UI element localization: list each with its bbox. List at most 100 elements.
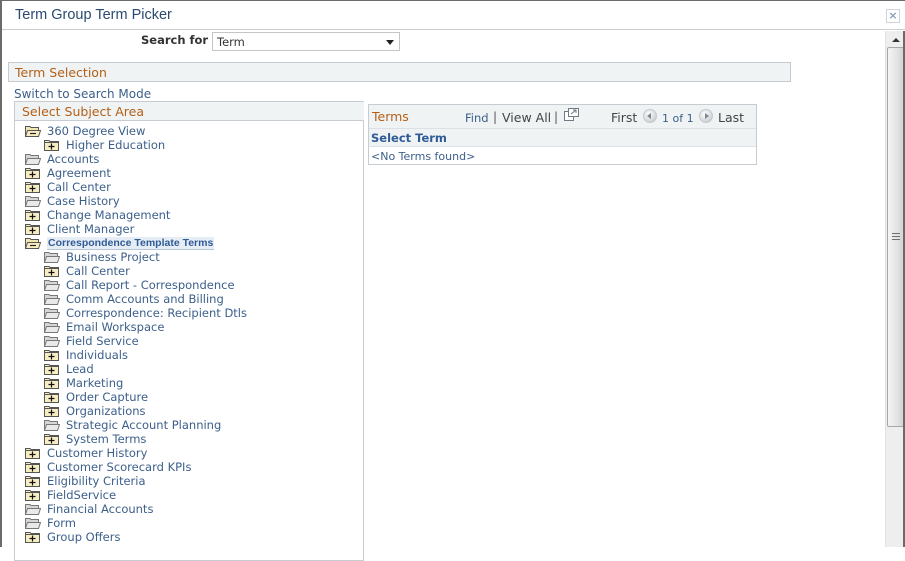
folder-expand-icon[interactable] [25,489,41,501]
tree-item-label[interactable]: Lead [66,362,94,376]
tree-item[interactable]: Accounts [24,152,99,166]
folder-expand-icon[interactable] [25,475,41,487]
tree-item[interactable]: Correspondence: Recipient Dtls [43,306,247,320]
search-for-select[interactable]: Term [212,32,400,51]
tree-item-label[interactable]: System Terms [66,432,146,446]
folder-expand-icon[interactable] [44,265,60,277]
tree-item-label[interactable]: 360 Degree View [47,124,145,138]
tree-item-label[interactable]: Marketing [66,376,123,390]
folder-open-icon[interactable] [24,503,42,515]
tree-item-label[interactable]: Correspondence: Recipient Dtls [66,306,247,320]
tree-item-label[interactable]: Call Center [47,180,111,194]
tree-item-label[interactable]: Call Report - Correspondence [66,278,235,292]
switch-to-search-mode-link[interactable]: Switch to Search Mode [14,87,151,101]
folder-expand-icon[interactable] [44,377,60,389]
tree-item[interactable]: Strategic Account Planning [43,418,221,432]
tree-item-label[interactable]: Client Manager [47,222,134,236]
tree-item[interactable]: Field Service [43,334,139,348]
folder-expand-icon[interactable] [44,391,60,403]
tree-item-label[interactable]: Strategic Account Planning [66,418,221,432]
tree-item-label[interactable]: Field Service [66,334,139,348]
tree-item[interactable]: Lead [44,362,94,376]
tree-item-label[interactable]: Email Workspace [66,320,164,334]
scroll-up-arrow-icon[interactable] [889,34,903,46]
tree-item[interactable]: Email Workspace [43,320,164,334]
tree-item[interactable]: Eligibility Criteria [25,474,146,488]
folder-open-icon[interactable] [24,195,42,207]
folder-open-icon[interactable] [24,153,42,165]
tree-item-label[interactable]: Agreement [47,166,111,180]
tree-item-label[interactable]: FieldService [47,488,116,502]
new-window-icon[interactable] [564,108,579,121]
folder-expand-icon[interactable] [44,363,60,375]
tree-item[interactable]: Customer History [25,446,147,460]
folder-expand-icon[interactable] [25,447,41,459]
folder-expand-icon[interactable] [44,349,60,361]
folder-open-icon[interactable] [43,279,61,291]
tree-item-label[interactable]: Individuals [66,348,128,362]
tree-item[interactable]: Individuals [44,348,128,362]
tree-item-label[interactable]: Group Offers [47,530,120,544]
tree-item-label[interactable]: Customer Scorecard KPIs [47,460,191,474]
tree-item[interactable]: Call Center [44,264,130,278]
tree-item[interactable]: FieldService [25,488,116,502]
previous-row-button[interactable] [643,109,657,123]
tree-item-label[interactable]: Comm Accounts and Billing [66,292,224,306]
tree-item[interactable]: Higher Education [44,138,165,152]
tree-item[interactable]: Order Capture [44,390,148,404]
folder-open-icon[interactable] [43,293,61,305]
tree-item-label[interactable]: Eligibility Criteria [47,474,146,488]
folder-expand-icon[interactable] [44,433,60,445]
folder-open-icon[interactable] [24,517,42,529]
folder-open-icon[interactable] [43,335,61,347]
folder-open-icon[interactable] [43,419,61,431]
folder-open-collapse-icon[interactable] [24,125,42,137]
tree-item[interactable]: 360 Degree View [24,124,145,138]
next-row-button[interactable] [699,109,713,123]
tree-item[interactable]: Client Manager [25,222,134,236]
view-all-link[interactable]: View All [502,110,551,125]
find-link[interactable]: Find [465,111,489,125]
tree-item[interactable]: System Terms [44,432,146,446]
tree-item-label[interactable]: Higher Education [66,138,165,152]
folder-expand-icon[interactable] [25,167,41,179]
tree-item[interactable]: Call Report - Correspondence [43,278,235,292]
folder-open-icon[interactable] [43,307,61,319]
folder-expand-icon[interactable] [25,531,41,543]
tree-item-label[interactable]: Business Project [66,250,160,264]
folder-expand-icon[interactable] [25,461,41,473]
folder-open-icon[interactable] [43,321,61,333]
folder-expand-icon[interactable] [25,223,41,235]
tree-item[interactable]: Change Management [25,208,170,222]
tree-item[interactable]: Comm Accounts and Billing [43,292,224,306]
tree-item-label[interactable]: Call Center [66,264,130,278]
folder-open-icon[interactable] [43,251,61,263]
vertical-scrollbar[interactable] [885,31,905,547]
tree-item-label[interactable]: Organizations [66,404,146,418]
scrollbar-thumb[interactable] [887,47,904,427]
tree-item[interactable]: Marketing [44,376,123,390]
folder-expand-icon[interactable] [25,209,41,221]
folder-expand-icon[interactable] [44,139,60,151]
tree-item[interactable]: Case History [24,194,120,208]
tree-item[interactable]: Financial Accounts [24,502,153,516]
tree-item-label[interactable]: Financial Accounts [47,502,153,516]
folder-expand-icon[interactable] [25,181,41,193]
tree-item-label[interactable]: Case History [47,194,120,208]
tree-item-label[interactable]: Change Management [47,208,170,222]
tree-item-label[interactable]: Accounts [47,152,99,166]
close-button[interactable]: × [886,9,900,23]
tree-item[interactable]: Customer Scorecard KPIs [25,460,191,474]
folder-open-collapse-icon[interactable] [24,237,42,249]
tree-item-label[interactable]: Form [47,516,76,530]
tree-item[interactable]: Group Offers [25,530,120,544]
tree-item[interactable]: Call Center [25,180,111,194]
tree-item[interactable]: Correspondence Template Terms [24,236,215,250]
tree-item-label[interactable]: Order Capture [66,390,148,404]
folder-expand-icon[interactable] [44,405,60,417]
tree-item[interactable]: Business Project [43,250,160,264]
tree-item[interactable]: Agreement [25,166,111,180]
tree-item[interactable]: Form [24,516,76,530]
tree-item-label[interactable]: Correspondence Template Terms [47,236,215,250]
tree-item[interactable]: Organizations [44,404,146,418]
